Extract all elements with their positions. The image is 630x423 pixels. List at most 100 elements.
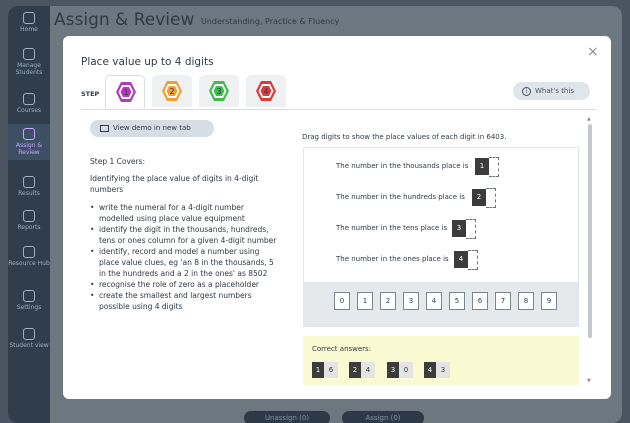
scroll-thumb[interactable] (588, 124, 592, 338)
view-demo-button[interactable]: View demo in new tab (90, 120, 214, 137)
nav-assign-review[interactable]: Assign & Review (8, 124, 50, 160)
digit-chip[interactable]: 4 (454, 251, 468, 268)
modal-title: Place value up to 4 digits (81, 56, 214, 68)
nav-manage-students[interactable]: Manage Students (8, 48, 50, 76)
step-content: View demo in new tab Step 1 Covers: Iden… (81, 109, 597, 385)
nav-courses[interactable]: Courses (8, 93, 50, 114)
students-icon (23, 48, 35, 60)
info-icon: i (522, 86, 531, 96)
list-item: identify the digit in the thousands, hun… (90, 224, 278, 246)
drop-slot[interactable] (486, 188, 496, 208)
nav-home[interactable]: Home (8, 12, 50, 33)
list-item: write the numeral for a 4-digit number m… (90, 202, 278, 224)
digit-tile[interactable]: 8 (518, 292, 534, 310)
place-value-question: The number in the hundreds place is (336, 193, 465, 201)
nav-label: Resource Hub (8, 260, 50, 267)
whats-this-label: What's this (535, 87, 574, 95)
step-number: 4 (263, 87, 268, 96)
nav-label: Home (20, 26, 38, 33)
answer-value: 6 (324, 362, 338, 378)
tab-step-2[interactable]: 2 (152, 75, 192, 107)
step-number: 1 (123, 88, 128, 97)
digit-tile[interactable]: 6 (472, 292, 488, 310)
tab-step-3[interactable]: 3 (199, 75, 239, 107)
step-number: 2 (169, 87, 174, 96)
nav-student-view[interactable]: Student view (8, 328, 50, 349)
place-value-question: The number in the thousands place is (336, 162, 469, 170)
home-icon (23, 12, 35, 24)
nav-label: Courses (16, 107, 42, 114)
tab-step-1[interactable]: 1 (105, 75, 145, 108)
nav-label: Settings (16, 304, 42, 311)
step-label: STEP (81, 90, 100, 98)
hexagon-2-icon: 2 (162, 81, 182, 101)
digit-tile[interactable]: 3 (403, 292, 419, 310)
nav-label: Assign & Review (15, 142, 43, 156)
scroll-up-icon[interactable]: ▲ (587, 116, 591, 122)
left-nav: Home Manage Students Courses Assign & Re… (8, 6, 50, 423)
assign-button[interactable]: Assign (0) (342, 411, 424, 423)
nav-settings[interactable]: Settings (8, 290, 50, 311)
answer-value: 3 (436, 362, 450, 378)
digit-tile[interactable]: 1 (357, 292, 373, 310)
covers-list: write the numeral for a 4-digit number m… (90, 202, 278, 312)
nav-label: Reports (17, 224, 41, 231)
answer-key: 1 (312, 362, 324, 378)
hexagon-4-icon: 4 (256, 81, 276, 101)
drop-slot[interactable] (489, 157, 499, 177)
digit-chip[interactable]: 1 (475, 158, 489, 175)
digit-tile[interactable]: 2 (380, 292, 396, 310)
resource-icon (23, 246, 35, 258)
list-item: create the smallest and largest numbers … (90, 290, 278, 312)
nav-resource-hub[interactable]: Resource Hub (8, 246, 50, 267)
close-icon[interactable]: × (587, 44, 599, 60)
digit-chip[interactable]: 2 (472, 189, 486, 206)
digit-tile[interactable]: 9 (541, 292, 557, 310)
nav-label: Manage Students (15, 62, 43, 76)
page-title: Assign & Review (54, 10, 195, 30)
activity-modal: Place value up to 4 digits × STEP 1 2 3 (63, 36, 611, 399)
drop-slot[interactable] (468, 250, 478, 270)
page-subtitle: Understanding, Practice & Fluency (201, 17, 340, 26)
digit-tile[interactable]: 4 (426, 292, 442, 310)
drop-slot[interactable] (466, 219, 476, 239)
covers-title: Step 1 Covers: (90, 157, 146, 166)
tab-step-4[interactable]: 4 (246, 75, 286, 107)
covers-intro: Identifying the place value of digits in… (90, 174, 259, 194)
digit-tray: 0 1 2 3 4 5 6 7 8 9 (304, 282, 578, 326)
results-icon (23, 176, 35, 188)
digit-tile[interactable]: 5 (449, 292, 465, 310)
correct-answers-panel: Correct answers: 1 6 2 4 3 0 4 3 (303, 336, 579, 385)
student-view-icon (23, 328, 35, 340)
place-value-question: The number in the ones place is (336, 255, 449, 263)
assign-icon (23, 128, 35, 140)
answer-key: 3 (387, 362, 399, 378)
scroll-down-icon[interactable]: ▼ (587, 378, 591, 384)
nav-reports[interactable]: Reports (8, 210, 50, 231)
correct-answers-label: Correct answers: (312, 345, 372, 353)
courses-icon (23, 93, 35, 105)
digit-tile[interactable]: 0 (334, 292, 350, 310)
view-demo-label: View demo in new tab (113, 124, 191, 132)
list-item: identify, record and model a number usin… (90, 246, 278, 279)
answer-value: 0 (399, 362, 413, 378)
activity-area: The number in the thousands place is 1 T… (303, 147, 579, 327)
nav-label: Student view (9, 342, 49, 349)
nav-results[interactable]: Results (8, 176, 50, 197)
bottom-action-bar: Unassign (0) Assign (0) (204, 411, 484, 423)
whats-this-button[interactable]: i What's this (513, 82, 590, 100)
step-number: 3 (216, 87, 221, 96)
scroll-fade (81, 368, 291, 385)
answer-key: 4 (424, 362, 436, 378)
hexagon-3-icon: 3 (209, 81, 229, 101)
answer-value: 4 (361, 362, 375, 378)
digit-chip[interactable]: 3 (452, 220, 466, 237)
scrollbar[interactable]: ▲ ▼ (587, 116, 593, 384)
unassign-button[interactable]: Unassign (0) (244, 411, 330, 423)
screen-icon (100, 124, 109, 132)
answer-key: 2 (349, 362, 361, 378)
nav-label: Results (18, 190, 40, 197)
place-value-question: The number in the tens place is (336, 224, 448, 232)
list-item: recognise the role of zero as a placehol… (90, 279, 278, 290)
digit-tile[interactable]: 7 (495, 292, 511, 310)
